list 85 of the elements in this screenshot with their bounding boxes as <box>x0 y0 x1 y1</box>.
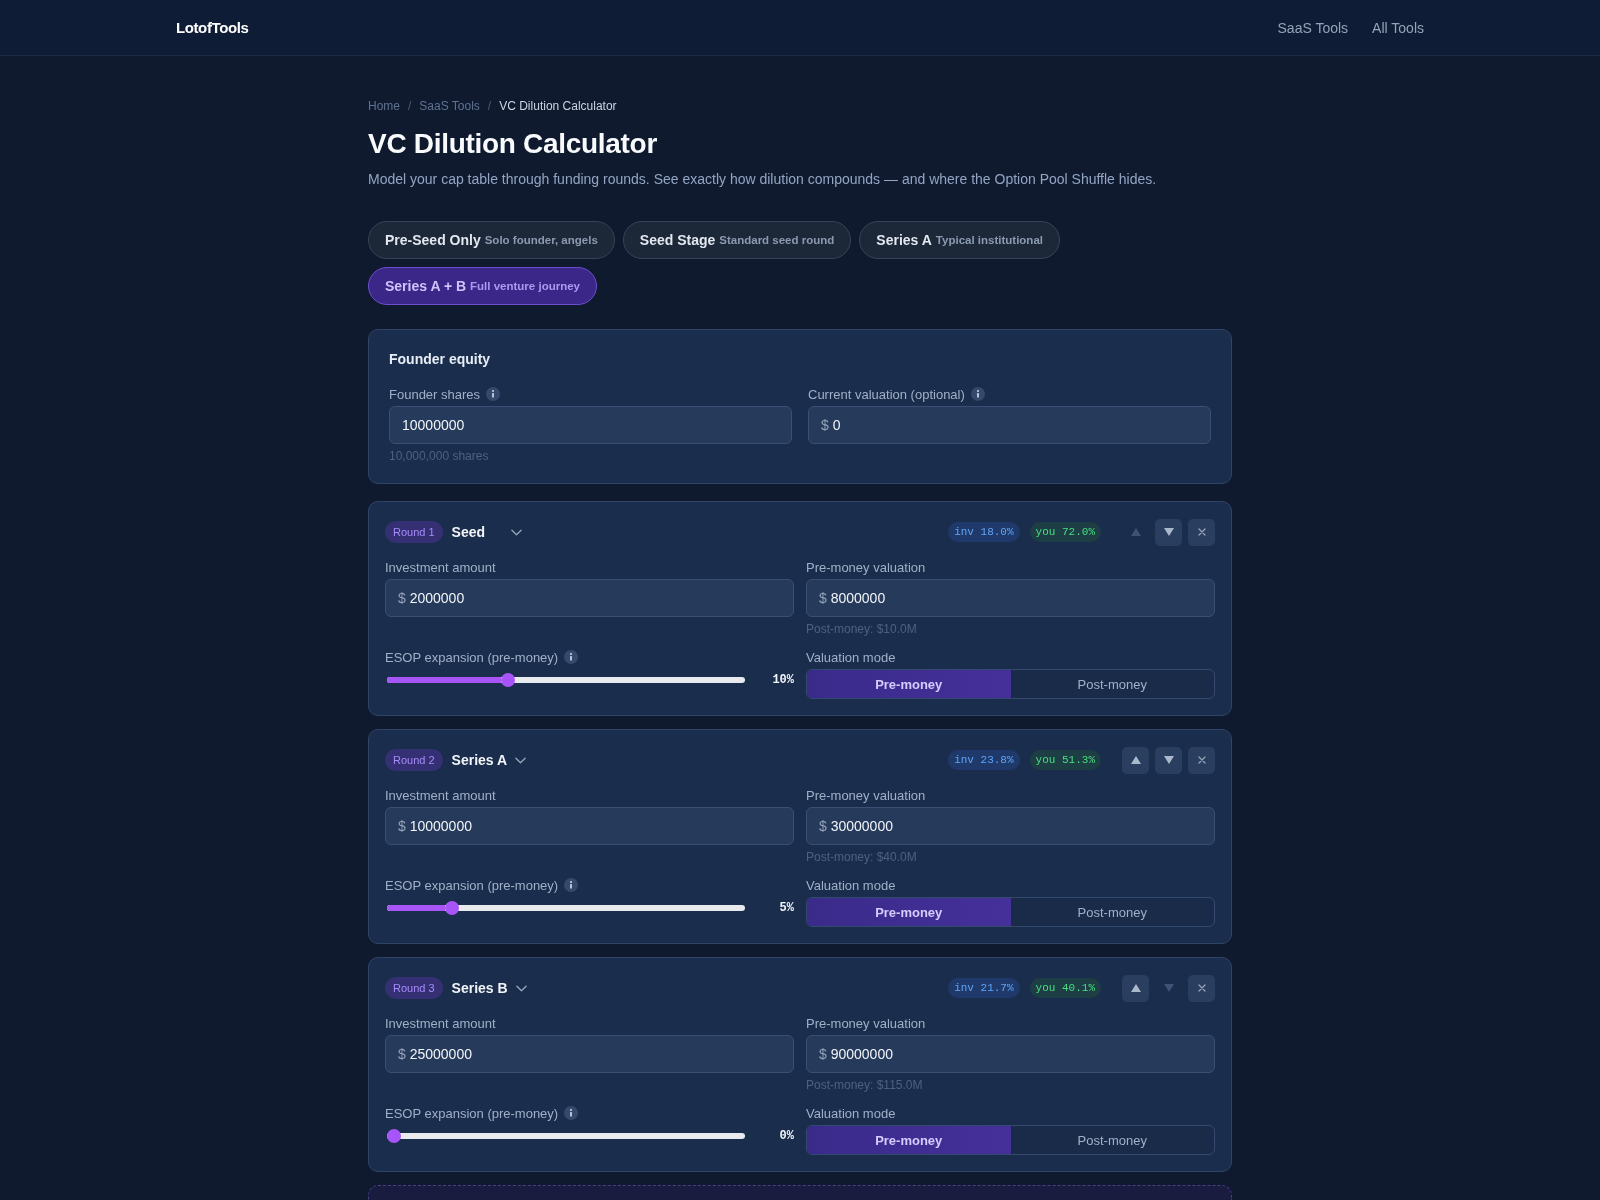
move-down-button[interactable] <box>1155 746 1182 774</box>
triangle-up-icon <box>1130 984 1141 992</box>
breadcrumb-link[interactable]: SaaS Tools <box>419 98 480 114</box>
slider-thumb[interactable] <box>500 673 515 687</box>
remove-round-button[interactable] <box>1188 974 1215 1002</box>
info-icon[interactable] <box>486 387 501 401</box>
number-input[interactable]: 10000000 <box>389 406 792 444</box>
currency-input[interactable]: $ 2000000 <box>385 579 794 617</box>
mode-option[interactable]: Pre-money <box>807 1126 1011 1154</box>
field-label: Founder shares <box>389 386 481 402</box>
breadcrumb-link[interactable]: Home <box>368 98 400 114</box>
mode-option[interactable]: Post-money <box>1010 670 1214 698</box>
info-icon[interactable] <box>970 387 985 401</box>
move-down-button[interactable] <box>1155 518 1182 546</box>
founder-share-tag: you 72.0% <box>1029 522 1101 542</box>
field-label: ESOP expansion (pre-money) <box>385 1105 559 1121</box>
stage-dropdown[interactable]: Series A <box>451 752 527 768</box>
investor-share-tag: inv 18.0% <box>948 522 1020 542</box>
close-icon <box>1197 528 1206 536</box>
triangle-down-icon <box>1163 528 1174 536</box>
currency-input[interactable]: $ 25000000 <box>385 1035 794 1073</box>
currency-input[interactable]: $ 10000000 <box>385 807 794 845</box>
breadcrumb-current-page: VC Dilution Calculator <box>499 98 617 114</box>
field-label: Valuation mode <box>806 877 896 893</box>
preset-button[interactable]: Seed Stage Standard seed round <box>622 221 852 259</box>
close-icon <box>1197 984 1206 992</box>
remove-round-button[interactable] <box>1188 746 1215 774</box>
round-number-tag: Round 3 <box>385 977 443 999</box>
currency-input[interactable]: $ 90000000 <box>806 1035 1215 1073</box>
triangle-down-icon <box>1163 984 1174 992</box>
field-label: Pre-money valuation <box>806 1015 926 1031</box>
triangle-up-icon <box>1130 528 1141 536</box>
slider-thumb[interactable] <box>445 901 460 915</box>
preset-button[interactable]: Series A + B Full venture journey <box>368 267 597 305</box>
triangle-down-icon <box>1163 756 1174 764</box>
triangle-up-icon <box>1130 756 1141 764</box>
field-label: ESOP expansion (pre-money) <box>385 649 559 665</box>
round-number-tag: Round 1 <box>385 521 443 543</box>
page-title: VC Dilution Calculator <box>368 127 657 161</box>
slider-value: 5% <box>778 901 794 915</box>
info-icon[interactable] <box>564 878 579 892</box>
investor-share-tag: inv 21.7% <box>948 978 1020 998</box>
chevron-down-icon <box>515 984 527 992</box>
mode-option[interactable]: Pre-money <box>807 898 1011 926</box>
info-icon[interactable] <box>564 1106 579 1120</box>
remove-round-button[interactable] <box>1188 518 1215 546</box>
investor-share-tag: inv 23.8% <box>948 750 1020 770</box>
card-heading: Founder equity <box>389 350 491 368</box>
field-label: Pre-money valuation <box>806 787 926 803</box>
founder-share-tag: you 40.1% <box>1029 978 1101 998</box>
field-label: Investment amount <box>385 1015 496 1031</box>
breadcrumb-separator: / <box>487 98 492 114</box>
slider-thumb[interactable] <box>387 1129 401 1143</box>
field-label: ESOP expansion (pre-money) <box>385 877 559 893</box>
chevron-down-icon <box>510 528 522 536</box>
close-icon <box>1197 756 1206 764</box>
field-label: Investment amount <box>385 559 496 575</box>
move-up-button[interactable] <box>1122 974 1149 1002</box>
currency-input[interactable]: $ 8000000 <box>806 579 1215 617</box>
field-label: Current valuation (optional) <box>808 386 965 402</box>
move-up-button[interactable] <box>1122 746 1149 774</box>
nav-link[interactable]: All Tools <box>1372 19 1424 36</box>
field-label: Valuation mode <box>806 649 896 665</box>
page-description: Model your cap table through funding rounds. See exactly how dilution compounds — and where the Option Pool Shuffle hides. <box>368 170 1157 189</box>
field-label: Investment amount <box>385 787 496 803</box>
preset-button[interactable]: Pre-Seed Only Solo founder, angels <box>368 221 615 259</box>
mode-option[interactable]: Pre-money <box>807 670 1011 698</box>
stage-dropdown[interactable]: Seed <box>451 524 522 540</box>
stage-dropdown[interactable]: Series B <box>451 980 527 996</box>
mode-option[interactable]: Post-money <box>1010 1126 1214 1154</box>
slider-value: 0% <box>778 1129 794 1143</box>
round-number-tag: Round 2 <box>385 749 443 771</box>
founder-share-tag: you 51.3% <box>1029 750 1101 770</box>
currency-input[interactable]: $ 30000000 <box>806 807 1215 845</box>
field-label: Valuation mode <box>806 1105 896 1121</box>
slider-value: 10% <box>771 673 794 687</box>
chevron-down-icon <box>515 756 527 764</box>
preset-button[interactable]: Series A Typical institutional <box>859 221 1060 259</box>
info-icon[interactable] <box>564 650 579 664</box>
number-input[interactable]: $ 0 <box>808 406 1211 444</box>
field-label: Pre-money valuation <box>806 559 926 575</box>
site-logo[interactable]: LotofTools <box>176 19 249 36</box>
nav-link[interactable]: SaaS Tools <box>1277 19 1349 36</box>
mode-option[interactable]: Post-money <box>1010 898 1214 926</box>
breadcrumb-separator: / <box>408 98 412 114</box>
